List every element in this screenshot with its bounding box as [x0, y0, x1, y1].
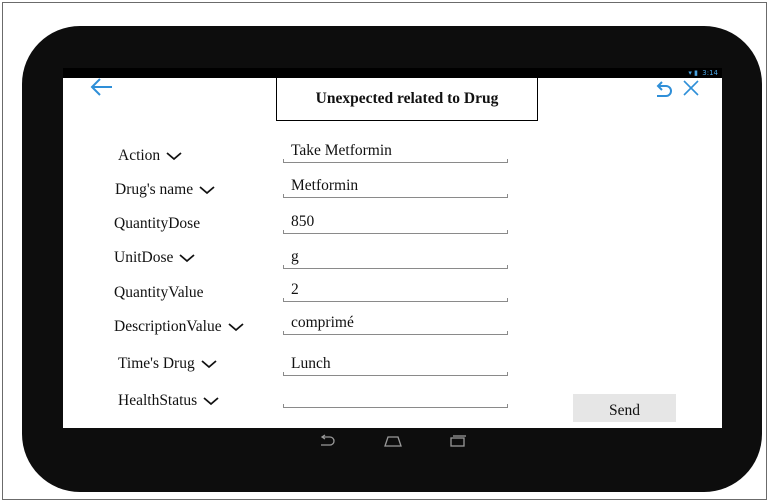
- page-title: Unexpected related to Drug: [276, 78, 538, 121]
- action-label[interactable]: Action: [118, 146, 182, 166]
- status-time: 3:14: [702, 69, 718, 77]
- description-value-field[interactable]: comprimé: [283, 313, 508, 335]
- drug-name-field[interactable]: Metformin: [283, 176, 508, 198]
- close-icon[interactable]: [682, 79, 700, 97]
- drug-name-label-text: Drug's name: [115, 181, 194, 198]
- time-drug-field[interactable]: Lunch: [283, 354, 508, 376]
- send-button[interactable]: Send: [573, 394, 676, 422]
- navigation-bar: [63, 428, 722, 454]
- action-value: Take Metformin: [291, 142, 392, 159]
- chevron-down-icon[interactable]: [201, 359, 217, 369]
- unit-dose-label-text: UnitDose: [114, 249, 174, 266]
- unit-dose-label[interactable]: UnitDose: [114, 248, 196, 268]
- unit-dose-value: g: [291, 248, 299, 265]
- quantity-dose-field[interactable]: 850: [283, 212, 508, 234]
- undo-icon[interactable]: [653, 80, 673, 98]
- quantity-value-field[interactable]: 2: [283, 280, 508, 302]
- description-value-label[interactable]: DescriptionValue: [114, 317, 244, 337]
- chevron-down-icon[interactable]: [199, 185, 215, 195]
- time-drug-value: Lunch: [291, 355, 331, 372]
- quantity-value-label: QuantityValue: [114, 283, 204, 303]
- back-arrow-icon[interactable]: [89, 76, 115, 98]
- quantity-value-value: 2: [291, 281, 299, 298]
- drug-name-label[interactable]: Drug's name: [115, 180, 215, 200]
- quantity-dose-label-text: QuantityDose: [114, 215, 201, 232]
- description-value-value: comprimé: [291, 314, 354, 331]
- chevron-down-icon[interactable]: [166, 151, 182, 161]
- status-icons: ▾ ▮: [688, 69, 698, 77]
- status-bar: ▾ ▮ 3:14: [63, 68, 722, 78]
- chevron-down-icon[interactable]: [228, 322, 244, 332]
- nav-recents-icon[interactable]: [449, 434, 467, 448]
- drug-name-value: Metformin: [291, 177, 359, 194]
- nav-home-icon[interactable]: [383, 434, 403, 448]
- unit-dose-field[interactable]: g: [283, 247, 508, 269]
- quantity-dose-label: QuantityDose: [114, 214, 200, 234]
- chevron-down-icon[interactable]: [179, 253, 196, 263]
- action-field[interactable]: Take Metformin: [283, 141, 508, 163]
- health-status-label-text: HealthStatus: [118, 392, 198, 409]
- chevron-down-icon[interactable]: [203, 396, 219, 406]
- nav-back-icon[interactable]: [318, 434, 336, 448]
- quantity-dose-value: 850: [291, 213, 315, 230]
- health-status-label[interactable]: HealthStatus: [118, 391, 219, 411]
- health-status-field[interactable]: [283, 386, 508, 408]
- app-screen: ▾ ▮ 3:14 Unexpected related to Drug Acti…: [63, 68, 722, 428]
- description-value-label-text: DescriptionValue: [114, 318, 222, 335]
- time-drug-label[interactable]: Time's Drug: [118, 354, 217, 374]
- time-drug-label-text: Time's Drug: [118, 355, 195, 372]
- quantity-value-label-text: QuantityValue: [114, 284, 204, 301]
- action-label-text: Action: [118, 147, 161, 164]
